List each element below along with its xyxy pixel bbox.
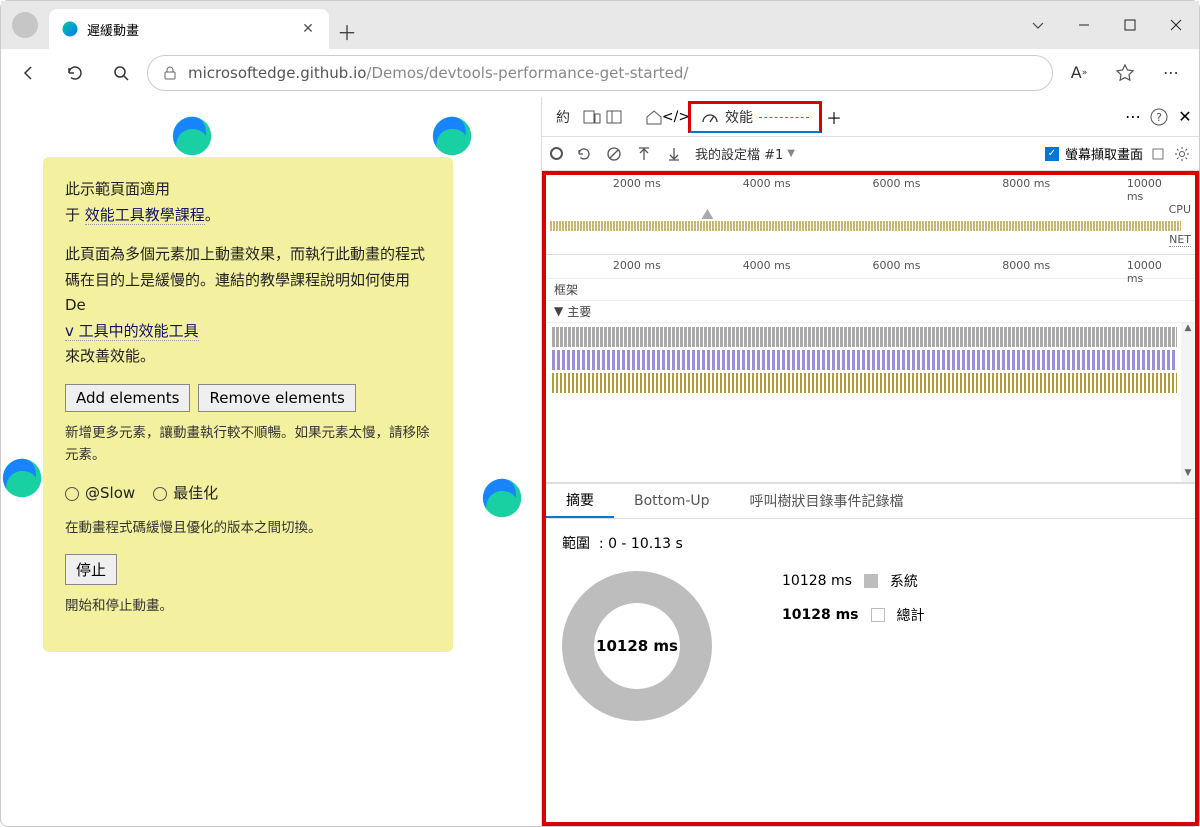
screenshot-checkbox[interactable]: ✓ <box>1045 147 1059 161</box>
lock-icon <box>162 65 178 81</box>
intro-text: 此示範頁面適用 <box>65 180 170 198</box>
reload-record-button[interactable] <box>575 145 593 163</box>
timeline-overview[interactable]: 2000 ms 4000 ms 6000 ms 8000 ms 10000 ms… <box>546 175 1195 255</box>
panel-icon[interactable] <box>604 107 624 127</box>
flame-row <box>552 373 1177 393</box>
frames-track-label[interactable]: 框架 <box>546 279 1195 301</box>
main-track-label[interactable]: ▼主要 <box>546 301 1195 323</box>
gauge-icon <box>701 110 719 124</box>
more-button[interactable]: ⋯ <box>1151 53 1191 93</box>
donut-value: 10128 ms <box>596 637 678 655</box>
add-elements-button[interactable]: Add elements <box>65 384 190 412</box>
tab-title: 遲緩動畫 <box>87 20 291 39</box>
upload-button[interactable] <box>635 145 653 163</box>
browser-toolbar: microsoftedge.github.io/Demos/devtools-p… <box>1 49 1199 97</box>
search-button[interactable] <box>101 53 141 93</box>
edge-favicon-icon <box>61 20 79 38</box>
flame-scrollbar[interactable]: ▲▼ <box>1181 323 1195 482</box>
elements-icon[interactable]: </> <box>666 107 686 127</box>
remove-elements-button[interactable]: Remove elements <box>198 384 355 412</box>
clear-button[interactable] <box>605 145 623 163</box>
device-toggle-icon[interactable] <box>582 107 602 127</box>
optimized-radio[interactable]: 最佳化 <box>153 481 218 507</box>
tab-inspect[interactable]: 約 <box>546 101 580 133</box>
performance-toolbar: 我的設定檔 #1 ▼ ✓ 螢幕擷取畫面 <box>542 137 1199 171</box>
tab-close-button[interactable]: ✕ <box>299 20 317 38</box>
browser-tab[interactable]: 遲緩動畫 ✕ <box>49 9 329 49</box>
maximize-button[interactable] <box>1107 1 1153 49</box>
devtools-more-button[interactable]: ⋯ <box>1123 107 1143 127</box>
url-text: microsoftedge.github.io/Demos/devtools-p… <box>188 64 688 82</box>
record-button[interactable] <box>550 147 563 160</box>
new-tab-button[interactable]: ＋ <box>329 13 365 49</box>
window-controls <box>1015 1 1199 49</box>
timeline-area: 2000 ms 4000 ms 6000 ms 8000 ms 10000 ms… <box>542 171 1199 826</box>
legend-swatch-system <box>864 574 878 588</box>
settings-icon[interactable] <box>1173 145 1191 163</box>
edge-logo-icon <box>481 477 523 519</box>
cpu-label: CPU <box>1169 203 1191 216</box>
favorite-button[interactable] <box>1105 53 1145 93</box>
address-bar[interactable]: microsoftedge.github.io/Demos/devtools-p… <box>147 55 1053 91</box>
flame-row <box>552 350 1177 370</box>
back-button[interactable] <box>9 53 49 93</box>
download-button[interactable] <box>665 145 683 163</box>
stop-hint: 開始和停止動畫。 <box>65 595 431 618</box>
tab-summary[interactable]: 摘要 <box>546 484 614 518</box>
stop-button[interactable]: 停止 <box>65 554 117 585</box>
profile-button[interactable] <box>1 1 49 49</box>
edge-logo-icon <box>171 115 213 157</box>
radio-hint: 在動畫程式碼緩慢且優化的版本之間切換。 <box>65 517 431 540</box>
perf-tool-link[interactable]: v 工具中的效能工具 <box>65 322 199 341</box>
page-content: 此示範頁面適用 于 效能工具教學課程。 此頁面為多個元素加上動畫效果，而執行此動… <box>1 97 541 826</box>
help-button[interactable]: ? <box>1149 107 1169 127</box>
tab-bottom-up[interactable]: Bottom-Up <box>614 484 730 518</box>
avatar-icon <box>12 12 38 38</box>
add-tab-button[interactable]: ＋ <box>824 107 844 127</box>
legend-swatch-total <box>871 608 885 622</box>
caret-down-icon[interactable] <box>1015 1 1061 49</box>
minimize-button[interactable] <box>1061 1 1107 49</box>
flame-row <box>552 327 1177 347</box>
screenshot-label: 螢幕擷取畫面 <box>1065 144 1143 163</box>
profile-selector[interactable]: 我的設定檔 #1 ▼ <box>695 144 795 163</box>
info-panel: 此示範頁面適用 于 效能工具教學課程。 此頁面為多個元素加上動畫效果，而執行此動… <box>43 157 453 652</box>
read-aloud-button[interactable]: A» <box>1059 53 1099 93</box>
range-value: : 0 - 10.13 s <box>599 536 683 552</box>
slow-radio[interactable]: @Slow <box>65 481 135 507</box>
devtools-tab-strip: 約 </> 效能 ＋ ⋯ ? ✕ <box>542 97 1199 137</box>
edge-logo-icon <box>431 115 473 157</box>
tab-performance[interactable]: 效能 <box>688 101 822 133</box>
timeline-ruler[interactable]: 2000 ms 4000 ms 6000 ms 8000 ms 10000 ms <box>546 255 1195 279</box>
tutorial-link[interactable]: 效能工具教學課程 <box>85 206 205 225</box>
range-label: 範圍 <box>562 536 590 552</box>
edge-logo-icon <box>1 457 43 499</box>
tab-call-tree[interactable]: 呼叫樹狀目錄事件記錄檔 <box>730 484 924 518</box>
summary-donut: 10128 ms <box>562 571 712 721</box>
devtools-panel: 約 </> 效能 ＋ ⋯ ? ✕ 我的設定檔 #1 ▼ <box>541 97 1199 826</box>
svg-text:?: ? <box>1156 111 1162 124</box>
summary-tabs: 摘要 Bottom-Up 呼叫樹狀目錄事件記錄檔 <box>546 483 1195 519</box>
window-titlebar: 遲緩動畫 ✕ ＋ <box>1 1 1199 49</box>
flame-chart[interactable]: ▲▼ <box>546 323 1195 483</box>
refresh-button[interactable] <box>55 53 95 93</box>
net-label: NET <box>1169 233 1191 247</box>
summary-body: 範圍 : 0 - 10.13 s 10128 ms 10128 ms系統 101… <box>546 519 1195 822</box>
close-window-button[interactable] <box>1153 1 1199 49</box>
summary-legend: 10128 ms系統 10128 ms總計 <box>782 571 925 625</box>
buttons-hint: 新增更多元素，讓動畫執行較不順暢。如果元素太慢，請移除元素。 <box>65 422 431 468</box>
cpu-strip <box>550 221 1181 231</box>
memory-icon[interactable] <box>1149 145 1167 163</box>
devtools-close-button[interactable]: ✕ <box>1175 107 1195 127</box>
